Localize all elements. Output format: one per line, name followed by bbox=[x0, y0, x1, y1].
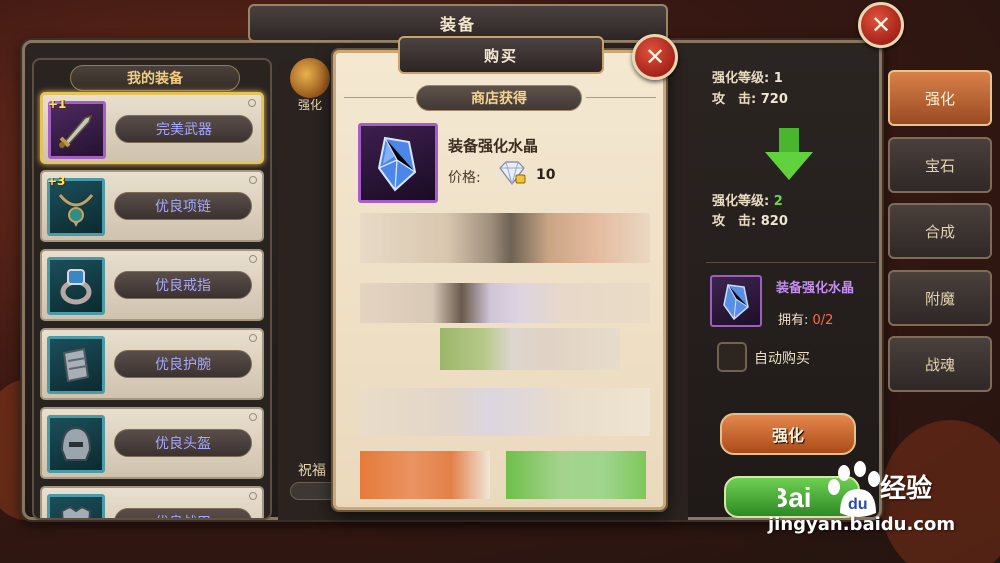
dialog-title-bar: 购买 bbox=[398, 36, 604, 74]
strengthen-label: 强化 bbox=[298, 98, 323, 112]
watermark-brand: 经验 bbox=[880, 474, 933, 504]
divider bbox=[706, 262, 876, 263]
equipment-item-armor[interactable]: 优良战甲 bbox=[40, 486, 264, 518]
shop-source-header: 商店获得 bbox=[416, 85, 582, 111]
my-equipment-header: 我的装备 bbox=[70, 65, 240, 91]
equipment-name: 优良头盔 bbox=[114, 429, 252, 457]
auto-buy-checkbox[interactable] bbox=[717, 342, 747, 372]
status-dot bbox=[248, 99, 256, 107]
equipment-name: 优良戒指 bbox=[114, 271, 252, 299]
purchase-dialog: 商店获得 装备强化水晶 价格: 10 bbox=[333, 50, 666, 510]
svg-text:du: du bbox=[848, 496, 868, 513]
auto-buy-label: 自动购买 bbox=[754, 351, 810, 367]
equipment-item-weapon[interactable]: +1 完美武器 bbox=[40, 92, 264, 164]
next-attack-row: 攻 击: 820 bbox=[712, 214, 788, 229]
equipment-name: 优良战甲 bbox=[114, 508, 252, 518]
blessing-label: 祝福 bbox=[298, 463, 326, 479]
helmet-icon bbox=[47, 415, 105, 473]
current-level-value: 1 bbox=[773, 71, 783, 86]
next-level-value: 2 bbox=[773, 194, 783, 209]
arrow-down-icon bbox=[765, 128, 813, 180]
close-icon: ✕ bbox=[870, 11, 892, 39]
equipment-name: 优良护腕 bbox=[114, 350, 252, 378]
tab-gem[interactable]: 宝石 bbox=[888, 137, 992, 193]
equipment-name: 优良项链 bbox=[114, 192, 252, 220]
item-name: 装备强化水晶 bbox=[448, 137, 539, 155]
ring-icon bbox=[47, 257, 105, 315]
next-level-row: 强化等级: 2 bbox=[712, 194, 783, 209]
dialog-title: 购买 bbox=[483, 46, 518, 65]
close-icon: ✕ bbox=[644, 43, 666, 71]
watermark-url: jingyan.baidu.com bbox=[768, 514, 956, 535]
equipment-name: 完美武器 bbox=[115, 115, 253, 143]
enhance-level-badge: +1 bbox=[48, 97, 67, 111]
status-dot bbox=[249, 413, 257, 421]
tab-war-soul[interactable]: 战魂 bbox=[888, 336, 992, 392]
close-dialog-button[interactable]: ✕ bbox=[632, 34, 678, 80]
status-dot bbox=[249, 176, 257, 184]
material-name: 装备强化水晶 bbox=[776, 281, 855, 296]
equipment-item-ring[interactable]: 优良戒指 bbox=[40, 249, 264, 321]
status-dot bbox=[249, 255, 257, 263]
diamond-icon bbox=[499, 161, 526, 185]
bracer-icon bbox=[47, 336, 105, 394]
equipment-item-bracer[interactable]: 优良护腕 bbox=[40, 328, 264, 400]
tab-strengthen[interactable]: 强化 bbox=[888, 70, 992, 126]
my-equipment-panel: 我的装备 +1 完美武器 +3 优良项链 优良戒指 优良护腕 优良头盔 bbox=[32, 58, 272, 520]
pixelated-region bbox=[360, 213, 650, 503]
crystal-icon bbox=[358, 123, 438, 203]
decorative-line bbox=[586, 97, 656, 98]
next-attack-value: 820 bbox=[760, 214, 788, 229]
current-attack-value: 720 bbox=[760, 92, 788, 107]
window-title: 装备 bbox=[439, 15, 476, 34]
decorative-line bbox=[344, 97, 414, 98]
price-value: 10 bbox=[536, 167, 556, 183]
current-level-row: 强化等级: 1 bbox=[712, 71, 783, 86]
material-owned-value: 0/2 bbox=[812, 313, 834, 328]
material-owned-row: 拥有: 0/2 bbox=[778, 313, 834, 328]
price-label: 价格: bbox=[448, 170, 481, 186]
status-dot bbox=[249, 334, 257, 342]
equipment-item-necklace[interactable]: +3 优良项链 bbox=[40, 170, 264, 242]
anvil-icon bbox=[290, 58, 330, 98]
svg-text:Bai: Bai bbox=[778, 482, 812, 513]
status-dot bbox=[249, 492, 257, 500]
equipment-item-helmet[interactable]: 优良头盔 bbox=[40, 407, 264, 479]
crystal-icon bbox=[710, 275, 762, 327]
tab-synthesis[interactable]: 合成 bbox=[888, 203, 992, 259]
enhance-level-badge: +3 bbox=[47, 174, 66, 188]
armor-icon bbox=[47, 494, 105, 518]
strengthen-button[interactable]: 强化 bbox=[720, 413, 856, 455]
close-window-button[interactable]: ✕ bbox=[858, 2, 904, 48]
tab-enchant[interactable]: 附魔 bbox=[888, 270, 992, 326]
current-attack-row: 攻 击: 720 bbox=[712, 92, 788, 107]
